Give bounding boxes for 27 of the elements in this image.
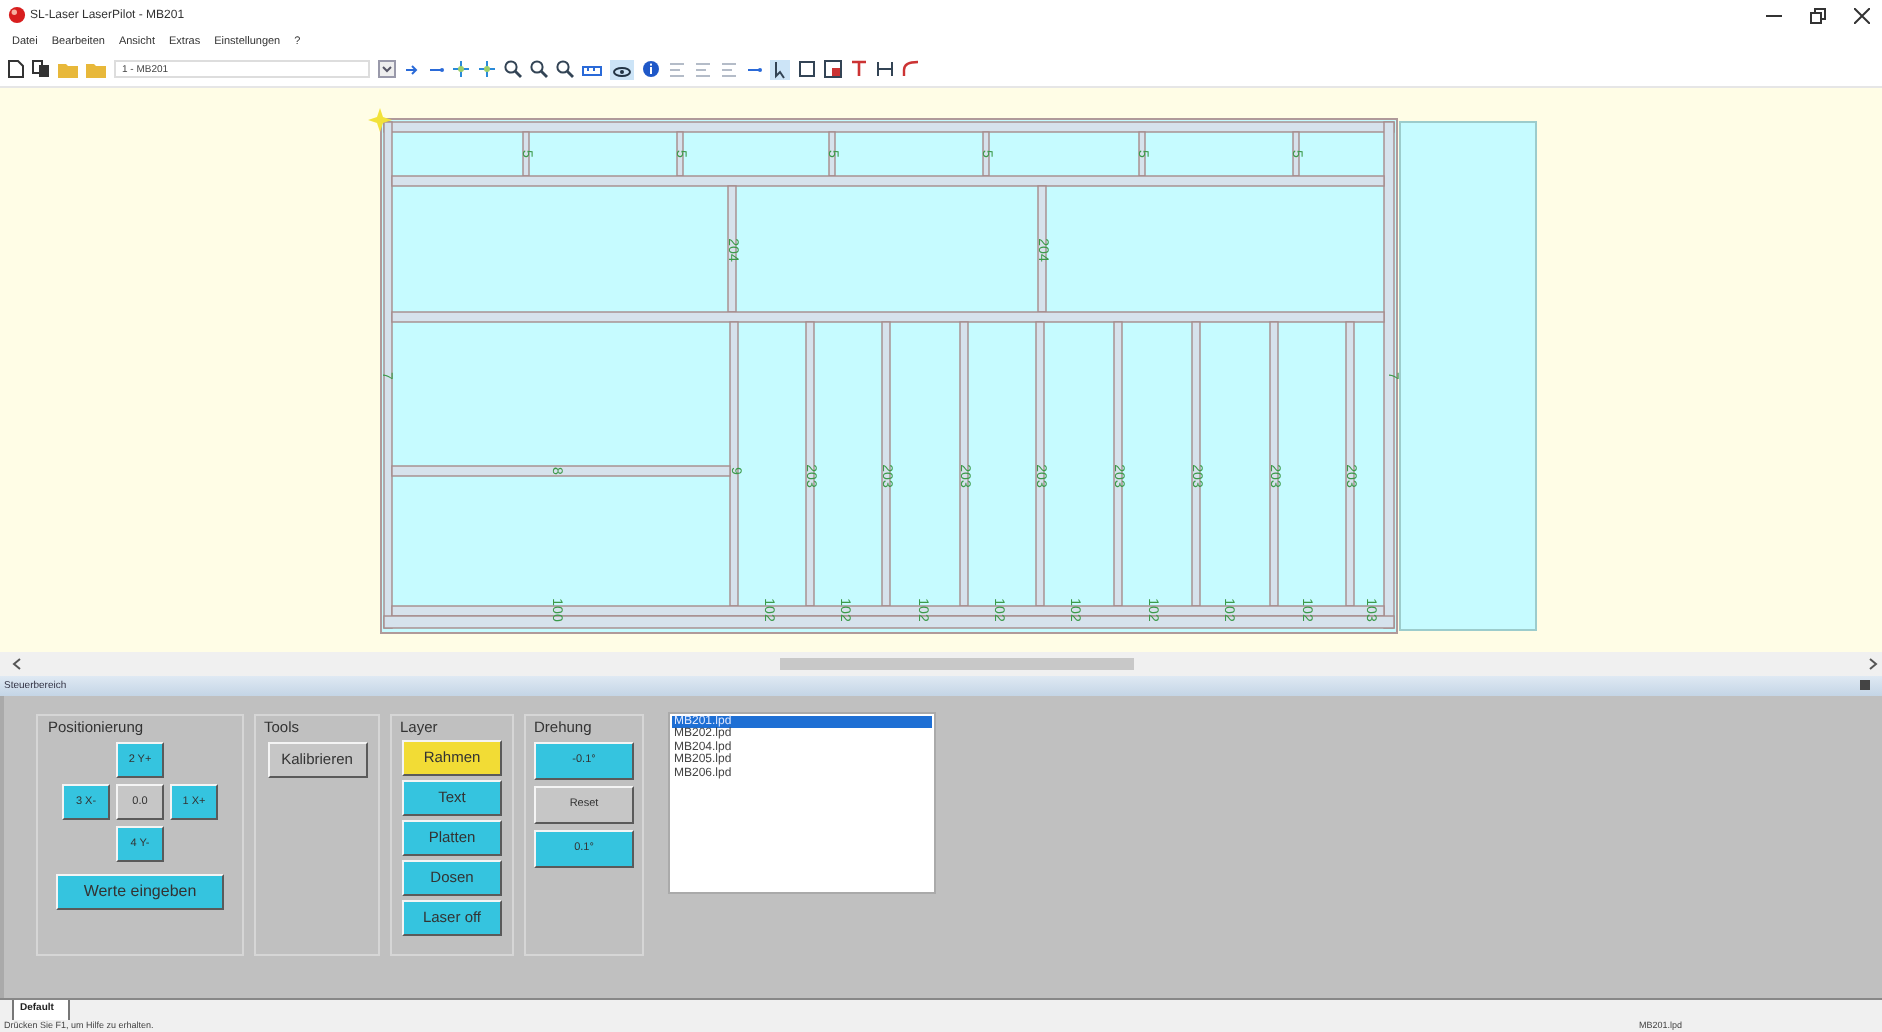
close-icon[interactable] [1854,7,1870,24]
ruler-icon[interactable] [582,61,602,78]
documents-icon[interactable] [32,60,50,79]
scroll-left-icon[interactable] [12,657,22,670]
move-icon[interactable] [478,60,496,79]
new-document-icon[interactable] [8,60,24,79]
square-icon[interactable] [798,60,816,79]
panel-icon[interactable] [824,60,842,79]
scrollbar-thumb[interactable] [780,657,1134,670]
arrow-icon[interactable] [404,61,420,78]
bracket-icon[interactable] [876,60,894,79]
zoom-in-icon[interactable] [530,60,548,79]
scroll-right-icon[interactable] [1868,657,1878,670]
app-logo-icon [8,6,26,25]
pointer-icon[interactable] [770,59,790,80]
arc-icon[interactable] [902,60,920,79]
info-icon[interactable] [642,60,660,79]
tee-icon[interactable] [850,60,868,79]
eye-icon[interactable] [610,59,634,80]
search-icon[interactable] [504,60,522,79]
origin-marker-icon [368,107,392,132]
enter-values-button[interactable]: Werte eingeben [56,873,224,910]
pin-icon[interactable] [1860,680,1870,691]
move-icon[interactable] [452,60,470,79]
dropdown-icon[interactable] [378,60,396,79]
restore-icon[interactable] [1810,7,1826,24]
zoom-out-icon[interactable] [556,60,574,79]
